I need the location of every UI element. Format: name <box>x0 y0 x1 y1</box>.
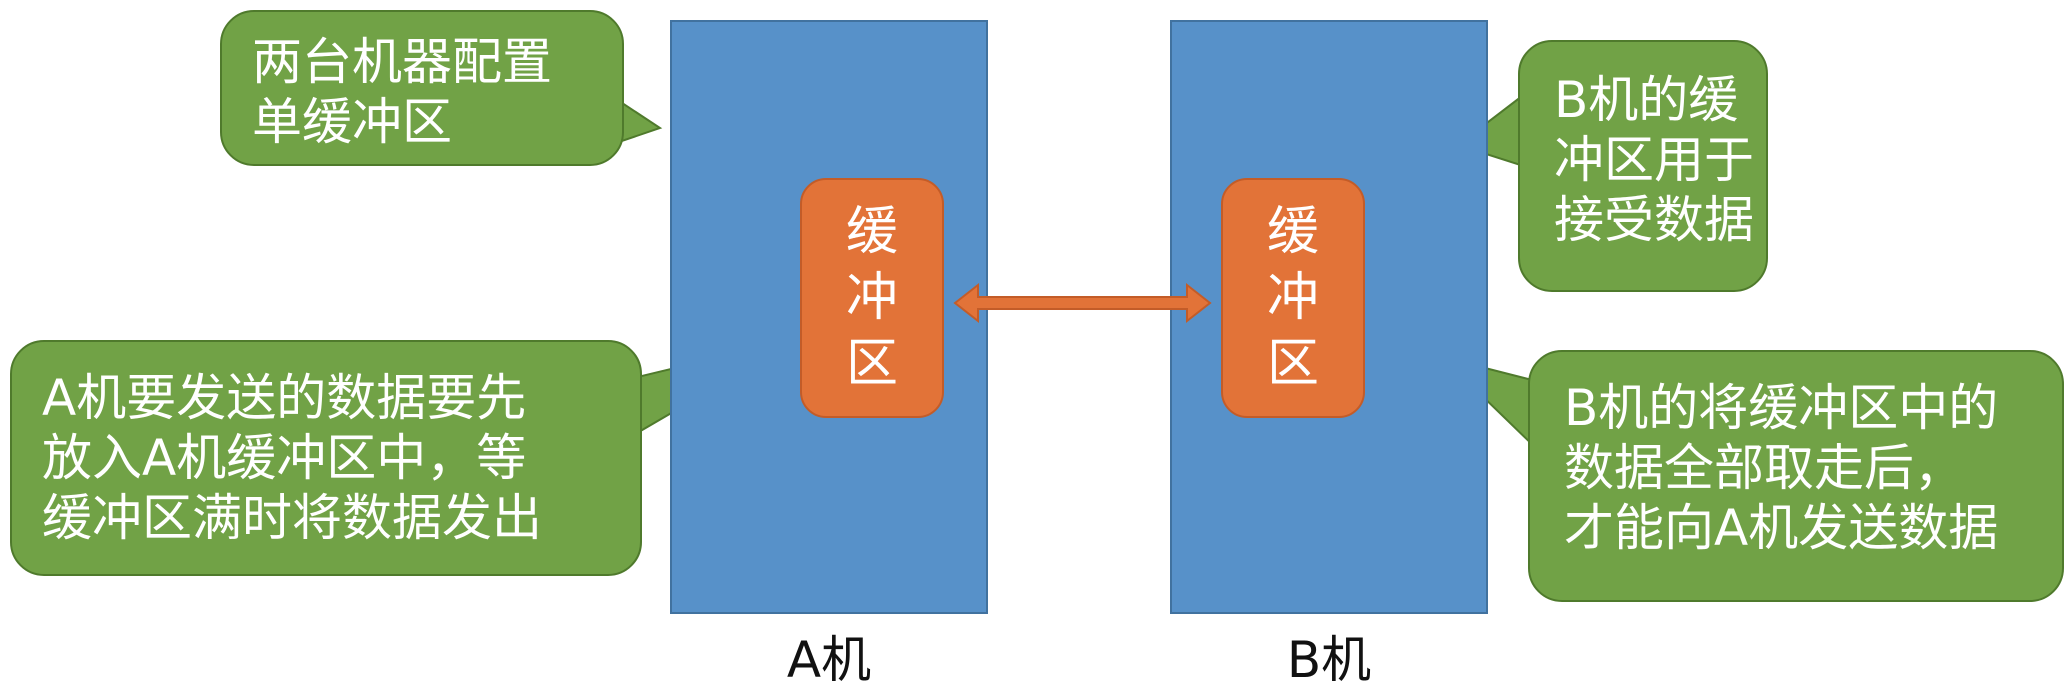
callout-dual-single-buffer: 两台机器配置 单缓冲区 <box>220 10 624 166</box>
callout-b-receive: B机的缓 冲区用于 接受数据 <box>1518 40 1768 292</box>
callout-line: 放入A机缓冲区中，等 <box>42 429 527 487</box>
callout-line: A机要发送的数据要先 <box>42 369 527 427</box>
callout-line: 两台机器配置 <box>252 33 552 91</box>
callout-line: 接受数据 <box>1554 191 1754 249</box>
double-arrow <box>953 282 1212 324</box>
callout-line: B机的缓 <box>1554 71 1739 129</box>
callout-line: 单缓冲区 <box>252 93 452 151</box>
callout-a-send: A机要发送的数据要先 放入A机缓冲区中，等 缓冲区满时将数据发出 <box>10 340 642 576</box>
single-buffer-diagram: 缓 冲 区 A机 缓 冲 区 B机 两台机器配置 单缓冲区 B机的缓 冲区用于 … <box>0 0 2070 692</box>
callout-line: 缓冲区满时将数据发出 <box>42 489 542 547</box>
callout-line: B机的将缓冲区中的 <box>1564 379 1999 437</box>
callout-line: 冲区用于 <box>1554 131 1754 189</box>
callout-b-takeout: B机的将缓冲区中的 数据全部取走后， 才能向A机发送数据 <box>1528 350 2064 602</box>
callout-line: 数据全部取走后， <box>1564 439 1964 497</box>
callout-line: 才能向A机发送数据 <box>1564 499 1999 557</box>
